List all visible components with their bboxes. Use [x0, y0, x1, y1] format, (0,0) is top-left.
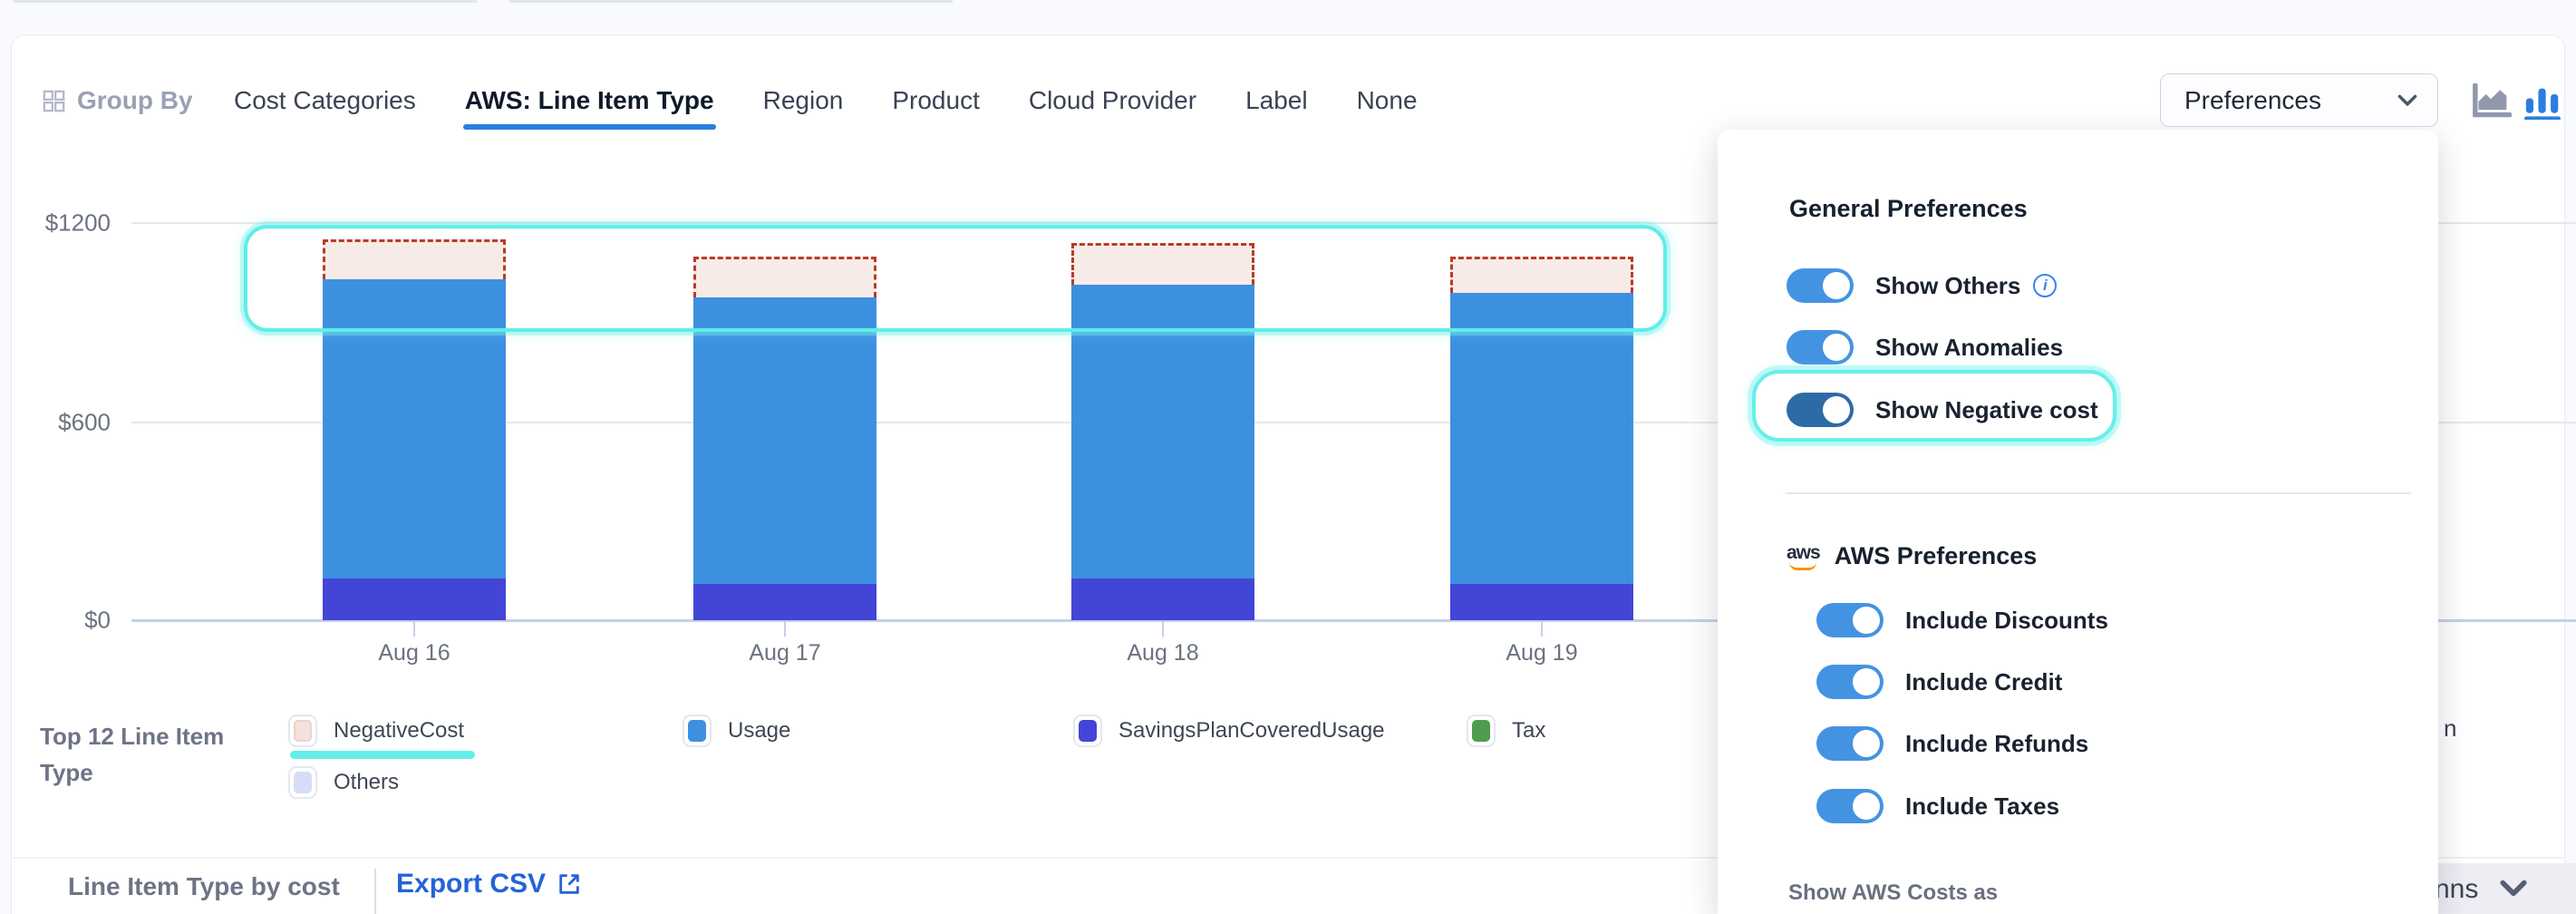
- include-taxes-toggle[interactable]: [1816, 789, 1884, 823]
- bar-segment-NegativeCost[interactable]: [1071, 243, 1254, 285]
- include-discounts-row: Include Discounts: [1816, 603, 2108, 637]
- show-others-toggle[interactable]: [1787, 268, 1854, 303]
- x-axis-tick: [1162, 622, 1164, 637]
- x-axis-label: Aug 17: [694, 640, 876, 666]
- aws-preferences-heading-row: aws AWS Preferences: [1787, 542, 2037, 570]
- show-negative-cost-label: Show Negative cost: [1875, 396, 2098, 424]
- include-refunds-label: Include Refunds: [1905, 730, 2088, 758]
- info-icon[interactable]: i: [2033, 274, 2057, 297]
- include-credit-label: Include Credit: [1905, 668, 2062, 696]
- show-anomalies-label: Show Anomalies: [1875, 334, 2063, 362]
- include-discounts-label: Include Discounts: [1905, 607, 2108, 635]
- x-axis-tick: [784, 622, 786, 637]
- x-axis-tick: [413, 622, 415, 637]
- general-preferences-heading: General Preferences: [1789, 195, 2028, 223]
- show-negative-cost-toggle[interactable]: [1787, 393, 1854, 427]
- include-credit-row: Include Credit: [1816, 665, 2062, 699]
- bar-segment-SavingsPlanCoveredUsage[interactable]: [693, 584, 876, 620]
- show-others-row: Show Others i: [1787, 268, 2057, 303]
- preferences-dropdown-button[interactable]: Preferences: [2160, 73, 2438, 127]
- show-aws-costs-as-label: Show AWS Costs as: [1788, 880, 1998, 906]
- bar-segment-Usage[interactable]: [323, 279, 506, 579]
- aws-preferences-heading: AWS Preferences: [1835, 542, 2038, 570]
- bar-segment-Usage[interactable]: [1071, 285, 1254, 579]
- show-anomalies-toggle[interactable]: [1787, 330, 1854, 365]
- show-others-label: Show Others: [1875, 272, 2020, 300]
- bar-segment-SavingsPlanCoveredUsage[interactable]: [323, 579, 506, 620]
- cost-dashboard-page: Group By Cost Categories AWS: Line Item …: [0, 0, 2576, 914]
- preferences-panel: General Preferences Show Others i Show A…: [1718, 130, 2438, 914]
- bar-segment-NegativeCost[interactable]: [1450, 257, 1633, 293]
- bar-segment-SavingsPlanCoveredUsage[interactable]: [1450, 584, 1633, 620]
- aws-logo-icon: aws: [1787, 543, 1820, 570]
- include-refunds-row: Include Refunds: [1816, 726, 2088, 761]
- bar-segment-SavingsPlanCoveredUsage[interactable]: [1071, 579, 1254, 620]
- show-negative-cost-row: Show Negative cost: [1787, 393, 2098, 427]
- bar-segment-Usage[interactable]: [1450, 293, 1633, 584]
- include-taxes-row: Include Taxes: [1816, 789, 2059, 823]
- include-discounts-toggle[interactable]: [1816, 603, 1884, 637]
- chevron-down-icon: [2397, 94, 2417, 107]
- show-anomalies-row: Show Anomalies: [1787, 330, 2063, 365]
- x-axis-label: Aug 18: [1072, 640, 1254, 666]
- include-credit-toggle[interactable]: [1816, 665, 1884, 699]
- include-taxes-label: Include Taxes: [1905, 792, 2059, 821]
- bar-segment-NegativeCost[interactable]: [693, 257, 876, 298]
- include-refunds-toggle[interactable]: [1816, 726, 1884, 761]
- panel-divider: [1786, 492, 2411, 494]
- x-axis-tick: [1541, 622, 1543, 637]
- x-axis-label: Aug 16: [324, 640, 505, 666]
- bar-segment-Usage[interactable]: [693, 297, 876, 584]
- bar-segment-NegativeCost[interactable]: [323, 239, 506, 279]
- preferences-button-label: Preferences: [2184, 86, 2321, 115]
- x-axis-label: Aug 19: [1451, 640, 1632, 666]
